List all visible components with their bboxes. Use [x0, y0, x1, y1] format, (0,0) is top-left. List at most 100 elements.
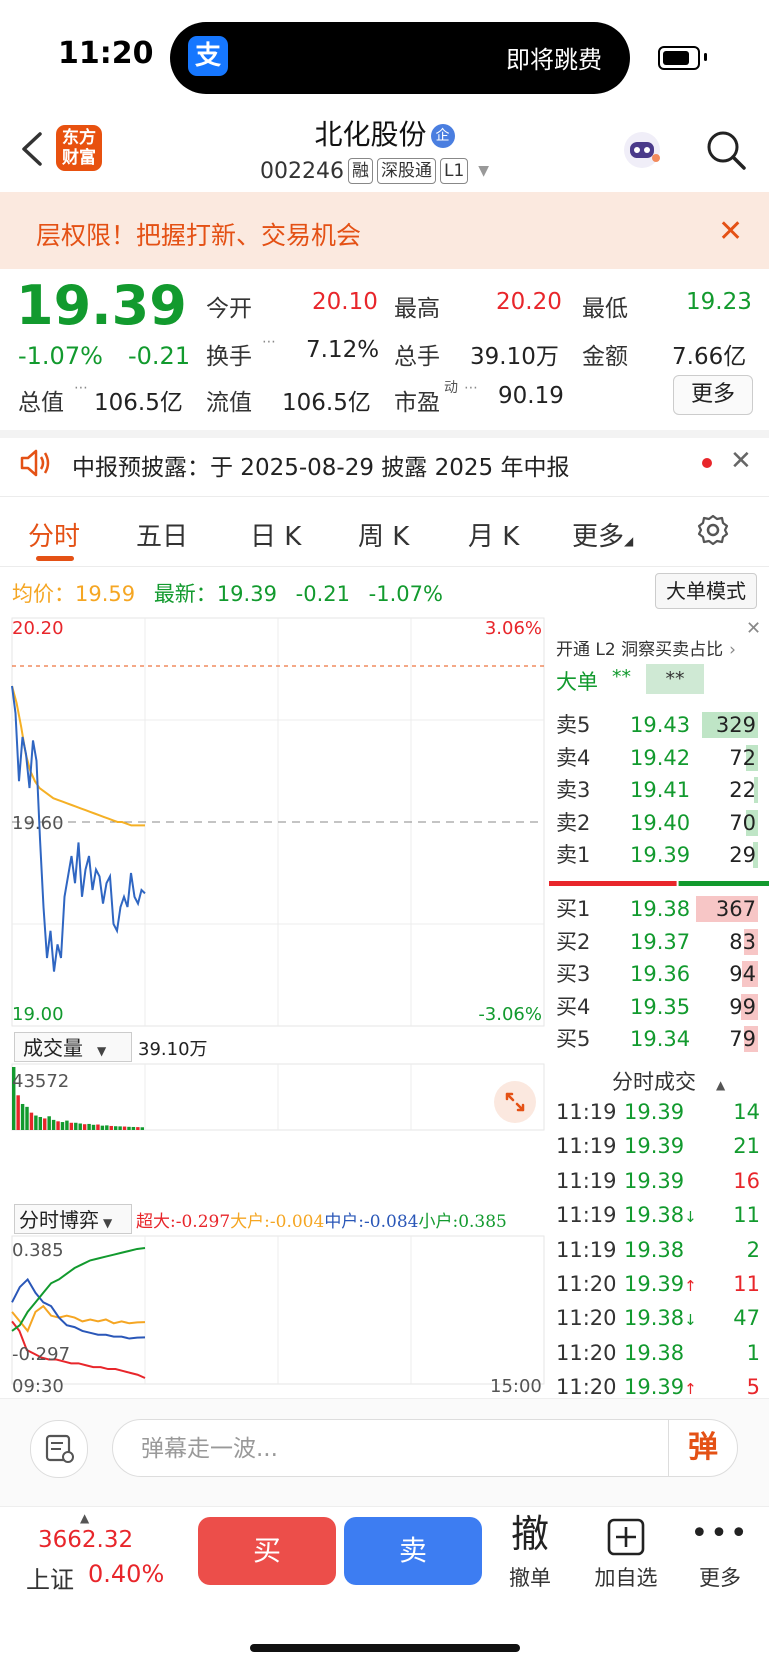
tab-more[interactable]: 更多◢ — [572, 516, 633, 553]
banner-text: 层权限！把握打新、交易机会 — [36, 221, 362, 250]
direction-arrow-icon: ↓ — [684, 1208, 697, 1227]
volume-bar — [91, 1124, 96, 1130]
dropdown-icon: ▼ — [103, 1216, 113, 1230]
volume-bar — [69, 1122, 74, 1130]
ask-row[interactable]: 卖4 19.42 72 — [556, 743, 762, 773]
order-volume: 79 — [729, 1027, 756, 1051]
bid-row[interactable]: 买2 19.37 83 — [556, 927, 762, 957]
order-level: 买5 — [556, 1027, 591, 1051]
search-icon[interactable] — [704, 128, 748, 172]
intraday-charts[interactable]: 20.20 19.60 19.00 3.06% -3.06% — [0, 612, 546, 1402]
flow-legend: 超大:-0.297大户:-0.004中户:-0.084小户:0.385 — [136, 1207, 507, 1232]
deal-price-value: 19.39 — [624, 1375, 685, 1400]
notice-text[interactable]: 中报预披露：于 2025-08-29 披露 2025 年中报 — [72, 448, 569, 482]
order-volume: 70 — [729, 810, 756, 835]
deals-title[interactable]: 分时成交 ▲ — [612, 1066, 725, 1096]
order-volume: 83 — [729, 929, 756, 954]
l2-link-label: 开通 L2 洞察买卖占比 — [556, 640, 724, 660]
open-label: 今开 — [206, 296, 252, 322]
dropdown-icon: ▼ — [97, 1044, 107, 1058]
bid-row[interactable]: 买3 19.36 94 — [556, 959, 762, 989]
deal-volume: 16 — [733, 1168, 760, 1193]
deal-price-value: 19.39 — [624, 1100, 685, 1124]
tab-five-day[interactable]: 五日 — [136, 516, 188, 553]
bid-row[interactable]: 买5 19.34 79 — [556, 1024, 762, 1054]
flow-line-中户 — [11, 1277, 146, 1340]
index-pct[interactable]: 0.40% — [88, 1560, 164, 1588]
info-icon[interactable]: ⋯ — [74, 380, 88, 396]
deal-time: 11:20 — [556, 1272, 617, 1296]
direction-arrow-icon: ↓ — [684, 1311, 697, 1330]
volume-bar — [47, 1116, 51, 1130]
volume-bar — [25, 1106, 29, 1130]
deal-time: 11:20 — [556, 1340, 617, 1365]
deal-price: 19.39 — [624, 1164, 684, 1200]
big-order-value-box: ** — [646, 664, 704, 694]
more-quote-button[interactable]: 更多 — [673, 375, 753, 415]
info-icon[interactable]: ⋯ — [262, 334, 276, 350]
direction-arrow-icon: ↑ — [684, 1380, 697, 1399]
tab-intraday[interactable]: 分时 — [28, 516, 80, 553]
flow-min: -0.297 — [12, 1344, 71, 1365]
deal-volume: 1 — [746, 1340, 760, 1365]
index-value[interactable]: 3662.32 — [38, 1527, 133, 1553]
volume-bar — [105, 1125, 109, 1130]
ask-row[interactable]: 卖5 19.43 329 — [556, 710, 762, 740]
buy-button[interactable]: 买 — [198, 1517, 336, 1585]
add-watchlist-button[interactable]: 加自选 — [586, 1510, 666, 1592]
volume-bar — [100, 1125, 105, 1130]
danmaku-input[interactable]: 弹幕走一波... — [112, 1419, 738, 1477]
volume-bar — [56, 1121, 60, 1130]
robot-assistant-icon[interactable] — [620, 128, 664, 172]
tab-underline — [36, 556, 74, 561]
order-level: 卖3 — [556, 778, 591, 802]
price-change-pct: -1.07% — [18, 342, 103, 370]
order-volume: 329 — [715, 713, 756, 737]
expand-icon[interactable] — [494, 1081, 536, 1123]
tab-monthly-k[interactable]: 月 K — [468, 516, 519, 553]
ask-row[interactable]: 卖3 19.41 22 — [556, 775, 762, 805]
stock-code-row[interactable]: 002246 融 深股通 L1 ▼ — [260, 158, 489, 184]
danmaku-toggle-icon[interactable]: 弹 — [668, 1420, 737, 1476]
deals-title-label: 分时成交 — [612, 1070, 696, 1094]
right-tick-label: 3.06% — [485, 618, 542, 639]
volume-bar — [34, 1115, 38, 1130]
sell-button[interactable]: 卖 — [344, 1517, 482, 1585]
big-order-mode-button[interactable]: 大单模式 — [655, 573, 757, 609]
deal-price-value: 19.39 — [624, 1272, 685, 1296]
info-icon[interactable]: ⋯ — [464, 380, 478, 396]
flow-selector[interactable]: 分时博弈 ▼ — [14, 1204, 132, 1234]
time-end: 15:00 — [490, 1376, 542, 1397]
gear-icon[interactable] — [696, 513, 730, 547]
l2-upgrade-link[interactable]: 开通 L2 洞察买卖占比 › — [556, 635, 736, 660]
banner-close-icon[interactable]: ✕ — [718, 214, 743, 249]
cancel-icon: 撤 — [510, 1512, 549, 1556]
more-label: 更多 — [699, 1566, 741, 1590]
deal-price: 19.38↓ — [624, 1301, 697, 1337]
tab-weekly-k[interactable]: 周 K — [358, 516, 409, 553]
panel-close-icon[interactable]: ✕ — [746, 618, 761, 639]
right-tick-label: -3.06% — [478, 1004, 542, 1025]
deal-price: 19.38↓ — [624, 1198, 697, 1234]
divider — [0, 566, 769, 567]
ask-row[interactable]: 卖1 19.39 29 — [556, 840, 762, 870]
bid-row[interactable]: 买1 19.38 367 — [556, 894, 762, 924]
deal-price: 19.38 — [624, 1336, 684, 1372]
deal-price-value: 19.38 — [624, 1306, 685, 1331]
volume-label: 总手 — [394, 344, 440, 370]
tab-daily-k[interactable]: 日 K — [250, 516, 301, 553]
index-name[interactable]: 上证 — [26, 1560, 74, 1595]
volume-bar — [20, 1103, 25, 1130]
order-level: 卖2 — [556, 810, 591, 835]
deal-row: 11:19 19.38 2 — [556, 1233, 762, 1267]
deal-price: 19.38 — [624, 1233, 684, 1269]
y-tick-label: 20.20 — [12, 618, 64, 639]
legend-super-value: -0.297 — [175, 1212, 231, 1232]
bid-row[interactable]: 买4 19.35 99 — [556, 992, 762, 1022]
notes-icon[interactable] — [30, 1420, 88, 1478]
cancel-order-button[interactable]: 撤 撤单 — [490, 1510, 570, 1592]
ask-row[interactable]: 卖2 19.40 70 — [556, 808, 762, 838]
volume-selector[interactable]: 成交量 ▼ — [14, 1032, 132, 1062]
notice-close-icon[interactable]: ✕ — [730, 446, 752, 476]
more-menu-button[interactable]: ••• 更多 — [680, 1510, 760, 1592]
